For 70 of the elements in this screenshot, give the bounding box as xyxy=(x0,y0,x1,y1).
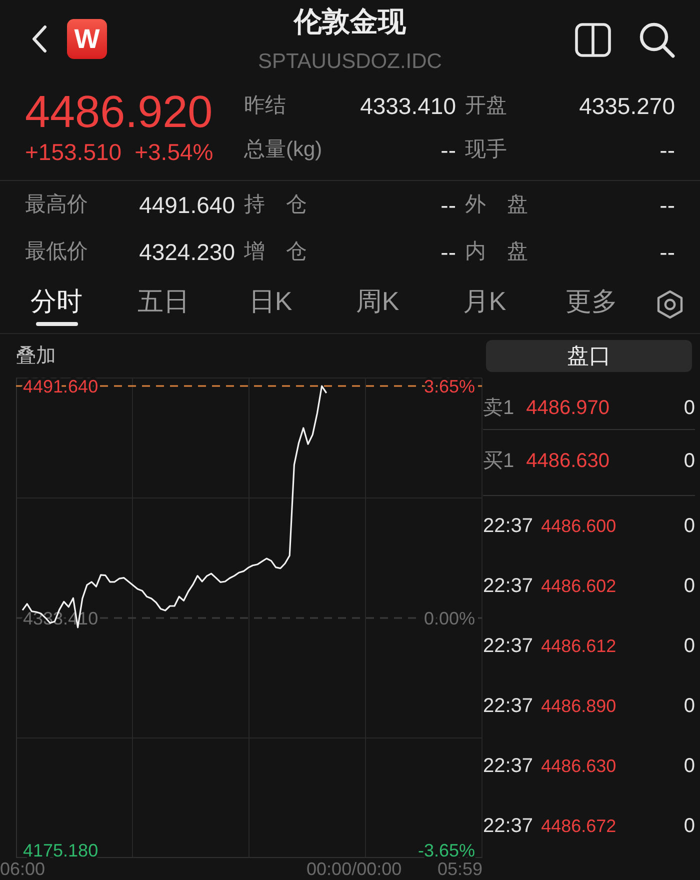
stat-label: 最低价 xyxy=(25,238,88,264)
time-axis-label: 06:00 xyxy=(0,859,46,879)
price-change: +153.510 xyxy=(25,138,122,166)
trade-quantity: 0 xyxy=(684,815,695,837)
stat-value: 4324.230 xyxy=(139,238,235,264)
time-axis-label: 00:00/00:00 xyxy=(306,859,402,879)
stat-label: 增 仓 xyxy=(244,238,307,264)
stat-value: 4491.640 xyxy=(139,192,235,218)
page-title: 伦敦金现 xyxy=(294,5,406,39)
order-quantity: 0 xyxy=(684,397,695,419)
chart-tab[interactable]: 日K xyxy=(217,275,324,333)
current-price: 4486.920 xyxy=(25,88,214,136)
trade-time: 22:37 xyxy=(483,815,534,837)
settings-icon[interactable] xyxy=(657,290,683,319)
search-icon[interactable] xyxy=(639,22,675,58)
chart-tab[interactable]: 更多 xyxy=(538,275,645,333)
order-quantity: 0 xyxy=(684,450,695,472)
chart-tab[interactable]: 周K xyxy=(324,275,431,333)
trade-price: 4486.600 xyxy=(541,515,616,537)
overlay-button[interactable]: 叠加 xyxy=(16,344,56,368)
trade-time: 22:37 xyxy=(483,695,534,717)
trade-time: 22:37 xyxy=(483,515,534,537)
back-icon[interactable] xyxy=(31,25,47,53)
trade-price: 4486.630 xyxy=(541,755,616,777)
percent-change: +3.54% xyxy=(134,138,214,166)
split-view-icon[interactable] xyxy=(575,23,611,57)
stat-value: 4333.410 xyxy=(360,93,456,119)
trade-price: 4486.612 xyxy=(541,635,616,657)
order-level: 买1 xyxy=(483,450,514,472)
trade-price: 4486.602 xyxy=(541,575,616,597)
time-axis-label: 05:59 xyxy=(437,859,483,879)
trade-time: 22:37 xyxy=(483,755,534,777)
trade-time: 22:37 xyxy=(483,575,534,597)
app-logo: W xyxy=(67,19,107,59)
trade-price: 4486.890 xyxy=(541,695,616,717)
stat-value: -- xyxy=(440,137,456,163)
trade-quantity: 0 xyxy=(684,755,695,777)
percent-axis-label: 0.00% xyxy=(424,608,475,628)
order-price: 4486.970 xyxy=(526,397,610,419)
order-book-tab[interactable]: 盘口 xyxy=(486,340,692,372)
price-axis-label: 4491.640 xyxy=(23,376,98,396)
stat-value: -- xyxy=(440,192,456,218)
trade-quantity: 0 xyxy=(684,695,695,717)
stat-label: 昨结 xyxy=(244,93,286,119)
stat-value: -- xyxy=(660,192,675,218)
stat-label: 外 盘 xyxy=(465,192,528,218)
stat-value: -- xyxy=(440,238,456,264)
stat-label: 现手 xyxy=(465,137,507,163)
stat-value: 4335.270 xyxy=(579,93,675,119)
stat-label: 最高价 xyxy=(25,192,88,218)
trade-quantity: 0 xyxy=(684,515,695,537)
stat-label: 持 仓 xyxy=(244,192,307,218)
stat-label: 总量(kg) xyxy=(244,137,322,163)
stat-label: 开盘 xyxy=(465,93,507,119)
order-price: 4486.630 xyxy=(526,450,610,472)
chart-tab[interactable]: 五日 xyxy=(110,275,217,333)
percent-axis-label: -3.65% xyxy=(418,840,475,860)
trade-time: 22:37 xyxy=(483,635,534,657)
symbol-code: SPTAUUSDOZ.IDC xyxy=(258,49,442,75)
stat-label: 内 盘 xyxy=(465,238,528,264)
trade-price: 4486.672 xyxy=(541,815,616,837)
chart-tab[interactable]: 分时 xyxy=(3,275,110,333)
trade-quantity: 0 xyxy=(684,575,695,597)
percent-axis-label: 3.65% xyxy=(424,376,475,396)
price-axis-label: 4175.180 xyxy=(23,840,98,860)
chart-tab[interactable]: 月K xyxy=(431,275,538,333)
stat-value: -- xyxy=(660,238,675,264)
order-level: 卖1 xyxy=(483,397,514,419)
trade-quantity: 0 xyxy=(684,635,695,657)
stat-value: -- xyxy=(660,137,675,163)
